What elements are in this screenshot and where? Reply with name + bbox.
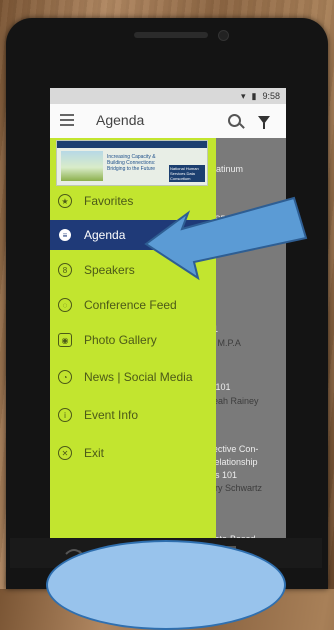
phone-screen: ▾ ▮ 9:58 Agenda Platinum NSDC and n Ledg…: [50, 88, 286, 568]
search-icon[interactable]: [228, 114, 241, 127]
drawer-item-speakers[interactable]: 8 Speakers: [50, 255, 216, 285]
banner-tagline: Increasing Capacity & Building Connectio…: [107, 154, 156, 172]
conference-banner: Increasing Capacity & Building Connectio…: [56, 140, 208, 186]
app-title: Agenda: [96, 112, 145, 128]
signal-icon: ▾: [240, 90, 246, 101]
drawer-item-exit[interactable]: ✕ Exit: [50, 438, 216, 468]
filter-icon[interactable]: [258, 116, 270, 129]
info-icon: i: [58, 408, 72, 422]
drawer-item-label: Exit: [84, 446, 105, 460]
list-icon: ≡: [58, 228, 72, 242]
app-bar: Agenda: [50, 104, 286, 139]
drawer-item-news-social[interactable]: ◔ News | Social Media: [50, 362, 216, 392]
drawer-item-conference-feed[interactable]: ◌ Conference Feed: [50, 290, 216, 320]
agenda-peek-text: lary Schwartz: [208, 483, 263, 493]
battery-icon: ▮: [251, 90, 257, 101]
close-icon: ✕: [58, 446, 72, 460]
person-icon: 8: [58, 263, 72, 277]
drawer-item-photo-gallery[interactable]: ◉ Photo Gallery: [50, 325, 216, 355]
drawer-item-event-info[interactable]: i Event Info: [50, 400, 216, 430]
navigation-drawer: Increasing Capacity & Building Connectio…: [50, 138, 216, 568]
drawer-item-label: Speakers: [84, 263, 135, 277]
status-bar: ▾ ▮ 9:58: [50, 88, 286, 104]
drawer-item-favorites[interactable]: ★ Favorites: [50, 186, 216, 216]
drawer-item-agenda[interactable]: ≡ Agenda: [50, 220, 216, 250]
banner-header-strip: [57, 141, 207, 148]
drawer-item-label: Event Info: [84, 408, 139, 422]
phone-camera: [218, 30, 229, 41]
chat-icon: ◌: [58, 298, 72, 312]
smartphone: ▾ ▮ 9:58 Agenda Platinum NSDC and n Ledg…: [6, 18, 328, 589]
callout-bubble: [46, 540, 286, 630]
drawer-item-label: Agenda: [84, 228, 126, 242]
drawer-item-label: News | Social Media: [84, 370, 193, 384]
hamburger-icon[interactable]: [60, 114, 74, 126]
phone-speaker: [134, 32, 208, 38]
drawer-item-label: Favorites: [84, 194, 134, 208]
drawer-item-label: Photo Gallery: [84, 333, 157, 347]
camera-icon: ◉: [58, 333, 72, 347]
status-time: 9:58: [262, 91, 280, 101]
drawer-item-label: Conference Feed: [84, 298, 177, 312]
star-icon: ★: [58, 194, 72, 208]
rss-icon: ◔: [58, 370, 72, 384]
banner-org-logo: National Human Services Data Consortium: [169, 165, 205, 182]
banner-illustration: [61, 151, 103, 181]
